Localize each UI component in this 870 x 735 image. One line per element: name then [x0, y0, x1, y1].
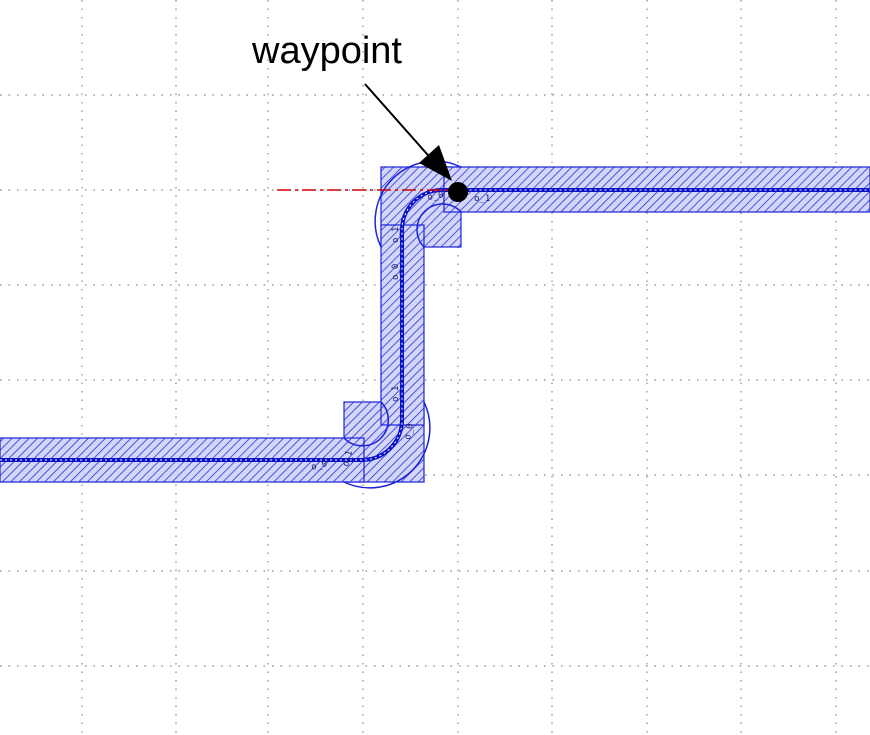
grid: [0, 0, 870, 735]
port-label: o_1: [474, 194, 490, 204]
layout-canvas: o_0 o_1 o_0 o_1 o_0 o_1 o_0 o_1 waypoint: [0, 0, 870, 735]
waveguide-route: [0, 160, 870, 489]
port-label: o_0: [391, 264, 401, 280]
port-label: o_1: [391, 386, 401, 402]
waypoint-label: waypoint: [251, 30, 402, 72]
waypoint-marker[interactable]: [448, 182, 468, 202]
port-label: o_1: [391, 227, 401, 243]
